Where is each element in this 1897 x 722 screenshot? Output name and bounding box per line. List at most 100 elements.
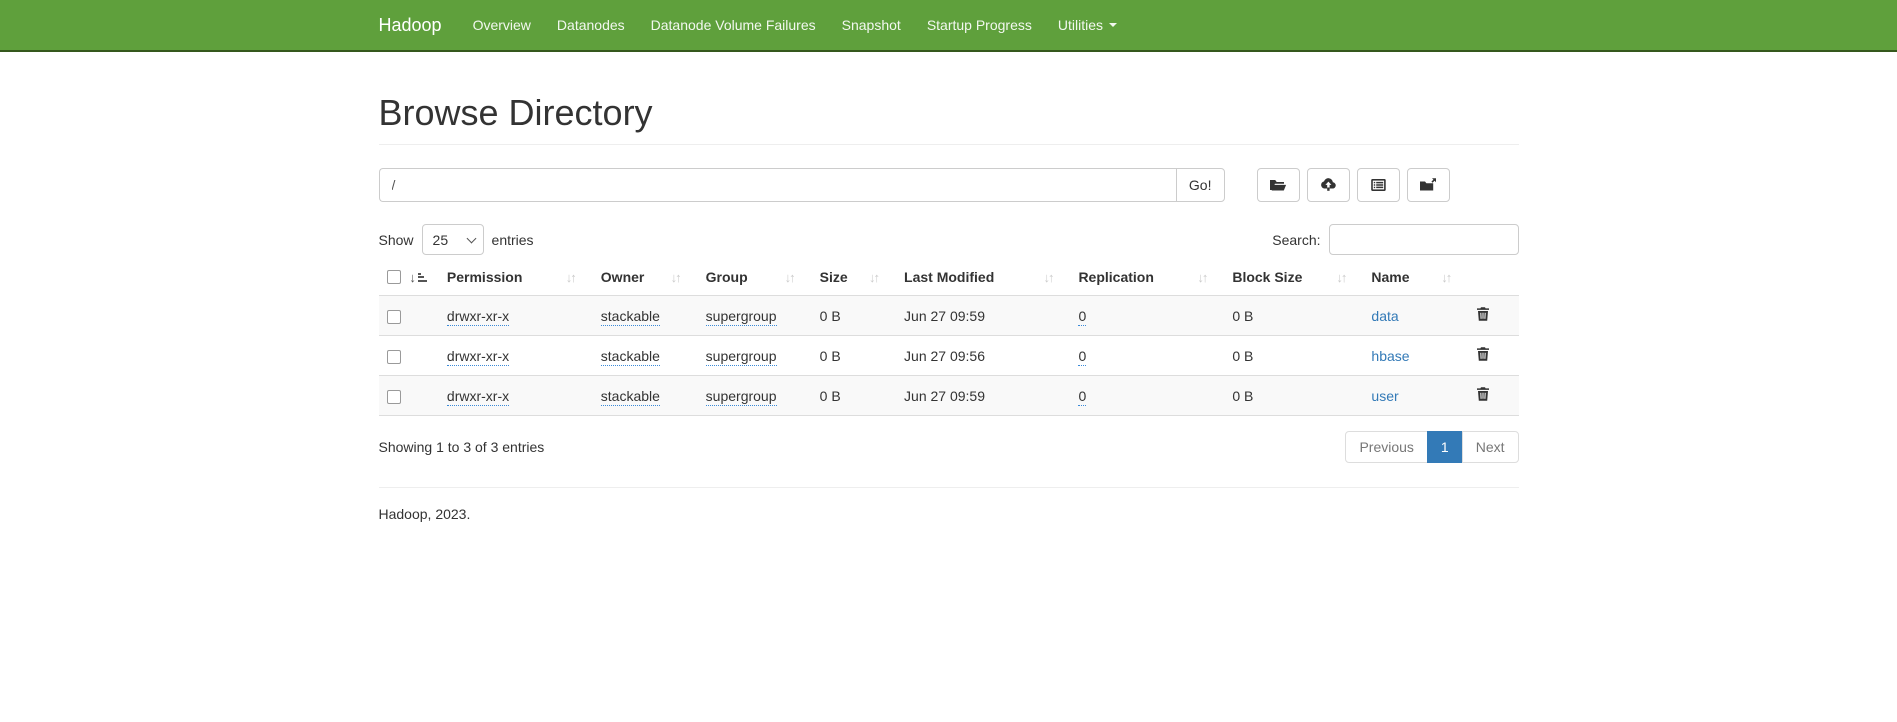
column-header-block-size[interactable]: Block Size ↓↑ bbox=[1224, 259, 1363, 296]
go-button[interactable]: Go! bbox=[1176, 168, 1225, 202]
name-cell: data bbox=[1363, 296, 1468, 336]
last-modified-cell: Jun 27 09:56 bbox=[896, 336, 1070, 376]
navbar-item-startup-progress[interactable]: Startup Progress bbox=[914, 0, 1045, 50]
delete-button[interactable] bbox=[1476, 386, 1490, 402]
table-controls: Show 25 entries Search: bbox=[379, 224, 1519, 255]
directory-table: ↓ Permission ↓↑ Owner ↓↑ Group ↓↑ bbox=[379, 259, 1519, 416]
column-header-size[interactable]: Size ↓↑ bbox=[812, 259, 896, 296]
actions-cell bbox=[1468, 376, 1518, 416]
path-input-group: Go! bbox=[379, 168, 1225, 202]
directory-link[interactable]: data bbox=[1371, 308, 1398, 324]
table-footer: Showing 1 to 3 of 3 entries Previous 1 N… bbox=[379, 431, 1519, 463]
path-bar: Go! bbox=[379, 168, 1519, 202]
sort-icon: ↓↑ bbox=[671, 270, 690, 285]
replication-cell: 0 bbox=[1070, 336, 1224, 376]
pagination-page-1[interactable]: 1 bbox=[1428, 431, 1463, 463]
footer-divider bbox=[379, 487, 1519, 488]
owner-value[interactable]: stackable bbox=[601, 388, 660, 406]
table-info: Showing 1 to 3 of 3 entries bbox=[379, 439, 545, 455]
row-select-cell bbox=[379, 296, 439, 336]
entries-label: entries bbox=[492, 232, 534, 248]
navbar-item-datanode-volume-failures[interactable]: Datanode Volume Failures bbox=[638, 0, 829, 50]
table-search-input[interactable] bbox=[1329, 224, 1519, 255]
column-header-select-all[interactable]: ↓ bbox=[379, 259, 439, 296]
size-cell: 0 B bbox=[812, 296, 896, 336]
navbar: Hadoop OverviewDatanodesDatanode Volume … bbox=[0, 0, 1897, 52]
replication-value[interactable]: 0 bbox=[1078, 308, 1086, 326]
caret-down-icon bbox=[1109, 23, 1117, 27]
navbar-item-utilities[interactable]: Utilities bbox=[1045, 0, 1130, 50]
column-header-name[interactable]: Name ↓↑ bbox=[1363, 259, 1468, 296]
search-label: Search: bbox=[1272, 232, 1320, 248]
group-value[interactable]: supergroup bbox=[706, 388, 777, 406]
row-checkbox[interactable] bbox=[387, 310, 401, 324]
name-cell: user bbox=[1363, 376, 1468, 416]
column-header-owner[interactable]: Owner ↓↑ bbox=[593, 259, 698, 296]
trash-icon bbox=[1476, 386, 1490, 402]
replication-value[interactable]: 0 bbox=[1078, 388, 1086, 406]
group-value[interactable]: supergroup bbox=[706, 348, 777, 366]
replication-value[interactable]: 0 bbox=[1078, 348, 1086, 366]
group-cell: supergroup bbox=[698, 296, 812, 336]
sort-ascending-icon: ↓ bbox=[409, 270, 431, 285]
permission-cell: drwxr-xr-x bbox=[439, 376, 593, 416]
pagination-next[interactable]: Next bbox=[1463, 431, 1519, 463]
owner-cell: stackable bbox=[593, 336, 698, 376]
trash-icon bbox=[1476, 346, 1490, 362]
last-modified-cell: Jun 27 09:59 bbox=[896, 376, 1070, 416]
navbar-item-overview[interactable]: Overview bbox=[460, 0, 544, 50]
replication-cell: 0 bbox=[1070, 376, 1224, 416]
size-cell: 0 B bbox=[812, 376, 896, 416]
sort-icon: ↓↑ bbox=[566, 270, 585, 285]
row-checkbox[interactable] bbox=[387, 350, 401, 364]
permission-value[interactable]: drwxr-xr-x bbox=[447, 348, 509, 366]
row-checkbox[interactable] bbox=[387, 390, 401, 404]
navbar-item-snapshot[interactable]: Snapshot bbox=[829, 0, 914, 50]
sort-icon: ↓↑ bbox=[1197, 270, 1216, 285]
replication-cell: 0 bbox=[1070, 296, 1224, 336]
column-header-permission[interactable]: Permission ↓↑ bbox=[439, 259, 593, 296]
row-select-cell bbox=[379, 376, 439, 416]
table-header-row: ↓ Permission ↓↑ Owner ↓↑ Group ↓↑ bbox=[379, 259, 1519, 296]
navbar-item-datanodes[interactable]: Datanodes bbox=[544, 0, 638, 50]
actions-cell bbox=[1468, 336, 1518, 376]
page-title: Browse Directory bbox=[379, 92, 1519, 145]
select-all-checkbox[interactable] bbox=[387, 270, 401, 284]
upload-icon bbox=[1320, 177, 1337, 193]
size-cell: 0 B bbox=[812, 336, 896, 376]
directory-path-input[interactable] bbox=[379, 168, 1176, 202]
footer-text: Hadoop, 2023. bbox=[379, 506, 1519, 522]
table-row: drwxr-xr-xstackablesupergroup0 BJun 27 0… bbox=[379, 296, 1519, 336]
column-header-last-modified[interactable]: Last Modified ↓↑ bbox=[896, 259, 1070, 296]
pagination: Previous 1 Next bbox=[1345, 431, 1518, 463]
permission-value[interactable]: drwxr-xr-x bbox=[447, 308, 509, 326]
permission-cell: drwxr-xr-x bbox=[439, 296, 593, 336]
sort-icon: ↓↑ bbox=[785, 270, 804, 285]
pagination-previous[interactable]: Previous bbox=[1345, 431, 1427, 463]
delete-button[interactable] bbox=[1476, 346, 1490, 362]
folder-open-icon bbox=[1269, 177, 1287, 193]
name-cell: hbase bbox=[1363, 336, 1468, 376]
block-size-cell: 0 B bbox=[1224, 336, 1363, 376]
directory-link[interactable]: user bbox=[1371, 388, 1398, 404]
permission-value[interactable]: drwxr-xr-x bbox=[447, 388, 509, 406]
column-header-replication[interactable]: Replication ↓↑ bbox=[1070, 259, 1224, 296]
delete-button[interactable] bbox=[1476, 306, 1490, 322]
create-directory-button[interactable] bbox=[1257, 168, 1300, 202]
owner-value[interactable]: stackable bbox=[601, 348, 660, 366]
set-policy-button[interactable] bbox=[1357, 168, 1400, 202]
group-value[interactable]: supergroup bbox=[706, 308, 777, 326]
block-size-cell: 0 B bbox=[1224, 376, 1363, 416]
navbar-links: OverviewDatanodesDatanode Volume Failure… bbox=[460, 0, 1130, 50]
navbar-brand[interactable]: Hadoop bbox=[379, 15, 442, 36]
owner-value[interactable]: stackable bbox=[601, 308, 660, 326]
table-row: drwxr-xr-xstackablesupergroup0 BJun 27 0… bbox=[379, 336, 1519, 376]
sort-icon: ↓↑ bbox=[1441, 270, 1460, 285]
sort-icon: ↓↑ bbox=[1043, 270, 1062, 285]
column-header-group[interactable]: Group ↓↑ bbox=[698, 259, 812, 296]
page-length-select[interactable]: 25 bbox=[422, 224, 484, 255]
permission-cell: drwxr-xr-x bbox=[439, 336, 593, 376]
directory-link[interactable]: hbase bbox=[1371, 348, 1409, 364]
upload-file-button[interactable] bbox=[1307, 168, 1350, 202]
move-file-button[interactable] bbox=[1407, 168, 1450, 202]
